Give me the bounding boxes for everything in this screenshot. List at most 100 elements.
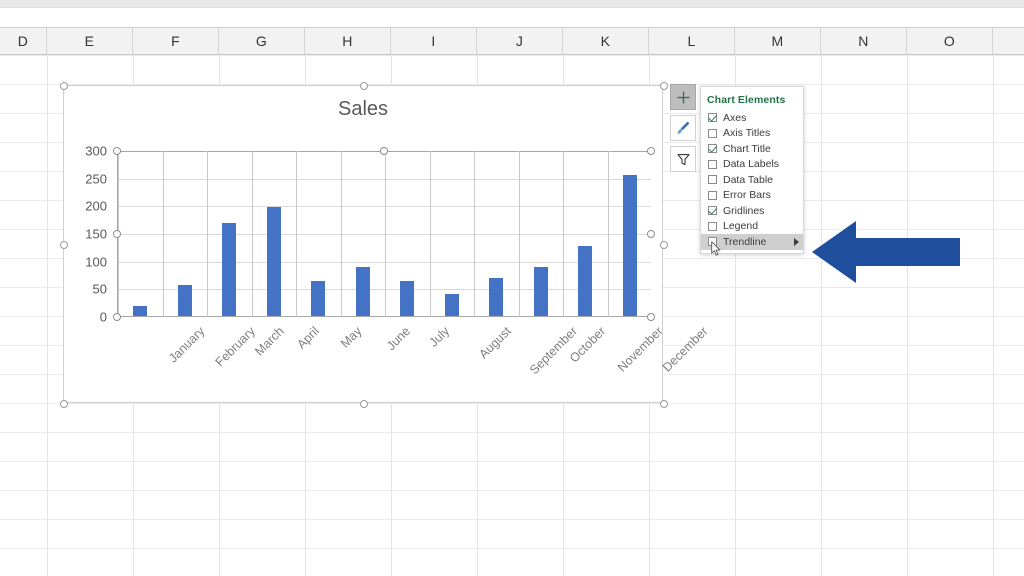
funnel-icon — [676, 153, 690, 165]
plus-icon — [677, 91, 689, 103]
plot-handle-top-center[interactable] — [380, 147, 388, 155]
column-header-label: O — [943, 33, 956, 49]
x-axis-tick-label-april: April — [294, 324, 322, 352]
category-separator-tick — [429, 151, 431, 317]
chart-handle-bottom-right[interactable] — [660, 400, 668, 408]
plot-handle-mid-right[interactable] — [647, 230, 655, 238]
x-axis-tick-label-may: May — [338, 324, 365, 351]
chart-handle-mid-left[interactable] — [60, 241, 68, 249]
chart-handle-top-right[interactable] — [660, 82, 668, 90]
checkbox-error-bars[interactable] — [708, 190, 717, 200]
category-separator-tick — [207, 151, 208, 317]
annotation-arrow-left — [812, 221, 960, 283]
checkbox-axes[interactable] — [708, 113, 717, 123]
y-axis-labels: 0 50 100 150 200 250 300 — [64, 144, 112, 325]
column-header-f[interactable]: F — [133, 28, 219, 54]
mouse-cursor-icon — [711, 241, 721, 256]
column-header-l[interactable]: L — [649, 28, 735, 54]
chart-title[interactable]: Sales — [64, 98, 662, 121]
grid-row-line — [0, 55, 1024, 56]
chart-element-label: Chart Title — [723, 142, 771, 155]
column-header-label: H — [342, 33, 353, 49]
bar-june[interactable] — [355, 267, 370, 316]
chart-handle-bottom-left[interactable] — [60, 400, 68, 408]
column-header-label: N — [858, 33, 869, 49]
x-axis-tick-label-july: July — [426, 324, 453, 350]
chart-handle-top-left[interactable] — [60, 82, 68, 90]
column-header-label: L — [687, 33, 696, 49]
column-header-h[interactable]: H — [305, 28, 391, 54]
bar-september[interactable] — [489, 278, 504, 316]
checkbox-legend[interactable] — [708, 221, 717, 231]
chart-element-item-legend[interactable]: Legend — [701, 219, 803, 235]
bar-november[interactable] — [578, 246, 593, 316]
chart-element-item-axes[interactable]: Axes — [701, 110, 803, 126]
plot-handle-mid-left[interactable] — [113, 230, 121, 238]
chart-elements-button[interactable] — [670, 84, 696, 110]
chart-element-label: Legend — [723, 220, 759, 233]
chart-element-item-chart-title[interactable]: Chart Title — [701, 141, 803, 157]
chart-element-item-error-bars[interactable]: Error Bars — [701, 188, 803, 204]
checkbox-gridlines[interactable] — [708, 206, 717, 216]
column-header-e[interactable]: E — [47, 28, 133, 54]
column-header-d[interactable]: D — [0, 28, 47, 54]
category-separator-tick — [340, 151, 342, 317]
plot-handle-top-right[interactable] — [647, 147, 655, 155]
column-header-o[interactable]: O — [907, 28, 993, 54]
paintbrush-icon — [677, 121, 690, 134]
panel-title: Chart Elements — [707, 94, 786, 106]
chart-styles-button[interactable] — [670, 115, 696, 141]
x-axis-tick-label-march: March — [252, 324, 287, 359]
category-separator-tick — [251, 151, 253, 317]
chart-elements-panel[interactable]: Chart Elements Axes Axis Titles Chart Titl… — [700, 86, 804, 254]
x-axis-tick-label-november: November — [615, 324, 666, 375]
bar-july[interactable] — [400, 281, 415, 316]
column-header-j[interactable]: J — [477, 28, 563, 54]
y-axis-tick-label: 250 — [85, 171, 107, 187]
x-axis-labels: January February March April May June July Augu… — [117, 320, 710, 390]
grid-row-line — [0, 519, 1024, 520]
bar-october[interactable] — [533, 267, 548, 316]
column-header-m[interactable]: M — [735, 28, 821, 54]
checkbox-data-table[interactable] — [708, 175, 717, 185]
checkbox-chart-title[interactable] — [708, 144, 717, 154]
bar-december[interactable] — [622, 175, 637, 316]
chart-handle-bottom-center[interactable] — [360, 400, 368, 408]
chart-element-item-axis-titles[interactable]: Axis Titles — [701, 126, 803, 142]
column-header-row: D E F G H I J K L M N O — [0, 27, 1024, 55]
chevron-right-icon[interactable] — [794, 237, 799, 246]
checkbox-data-labels[interactable] — [708, 159, 717, 169]
formula-bar-area — [0, 9, 1024, 27]
bar-january[interactable] — [133, 305, 148, 316]
chart-object[interactable]: Sales 0 50 100 150 200 250 300 January February… — [60, 82, 710, 408]
chart-element-label: Gridlines — [723, 204, 765, 217]
category-separator-tick — [385, 151, 386, 317]
chart-elements-list[interactable]: Axes Axis Titles Chart Title Data Labels Dat… — [701, 110, 803, 250]
grid-row-line — [0, 461, 1024, 462]
bar-march[interactable] — [222, 223, 237, 316]
plot-area[interactable] — [117, 151, 651, 317]
chart-element-label: Trendline — [723, 235, 767, 248]
bar-may[interactable] — [311, 281, 326, 316]
y-axis-tick-label: 150 — [85, 226, 107, 242]
grid-row-line — [0, 432, 1024, 433]
plot-handle-bottom-left[interactable] — [113, 313, 121, 321]
column-header-k[interactable]: K — [563, 28, 649, 54]
chart-handle-top-center[interactable] — [360, 82, 368, 90]
column-header-g[interactable]: G — [219, 28, 305, 54]
column-header-n[interactable]: N — [821, 28, 907, 54]
chart-element-item-gridlines[interactable]: Gridlines — [701, 203, 803, 219]
chart-element-item-data-table[interactable]: Data Table — [701, 172, 803, 188]
plot-handle-top-left[interactable] — [113, 147, 121, 155]
bar-february[interactable] — [177, 285, 192, 316]
plot-handle-bottom-right[interactable] — [647, 313, 655, 321]
chart-side-buttons — [670, 84, 696, 177]
column-header-label: E — [84, 33, 95, 49]
chart-element-item-data-labels[interactable]: Data Labels — [701, 157, 803, 173]
chart-handle-mid-right[interactable] — [660, 241, 668, 249]
column-header-i[interactable]: I — [391, 28, 477, 54]
bar-august[interactable] — [444, 293, 459, 316]
bar-april[interactable] — [266, 207, 281, 316]
checkbox-axis-titles[interactable] — [708, 128, 717, 138]
chart-filters-button[interactable] — [670, 146, 696, 172]
